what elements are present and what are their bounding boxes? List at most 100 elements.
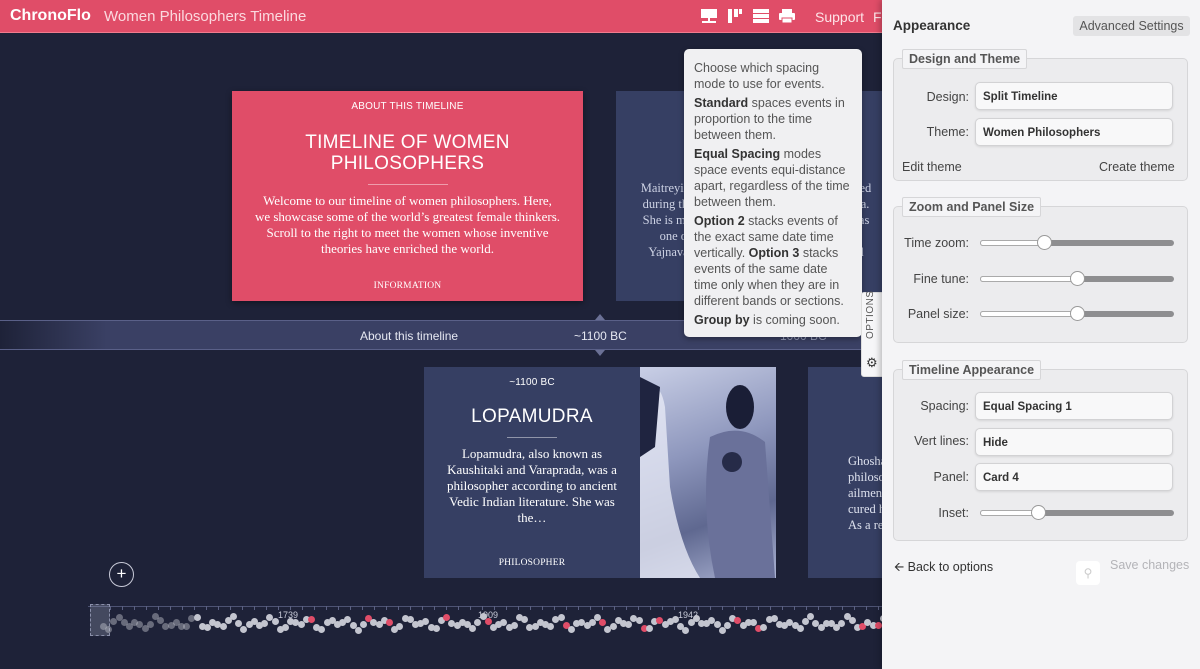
card-footer: INFORMATION: [373, 281, 442, 291]
card-body: Lopamudra, also known as Kaushitaki and …: [446, 446, 618, 525]
minimap-event-dot[interactable]: [724, 622, 731, 629]
arrow-left-icon: 🡨: [894, 560, 908, 574]
minimap-event-dot[interactable]: [682, 627, 690, 634]
add-event-button[interactable]: +: [109, 562, 134, 587]
minimap-tick: [386, 606, 387, 610]
minimap-event-dot[interactable]: [874, 622, 882, 629]
minimap-event-dot[interactable]: [230, 613, 237, 620]
minimap-tick: [602, 606, 603, 610]
minimap-tick: [662, 606, 663, 610]
minimap-event-dot[interactable]: [219, 623, 227, 630]
minimap-event-dot[interactable]: [308, 616, 315, 623]
gear-icon: ⚙: [866, 355, 878, 370]
brand-logo[interactable]: ChronoFlo: [10, 7, 91, 25]
spacing-select[interactable]: Equal Spacing 1: [975, 392, 1173, 420]
slider-handle[interactable]: [1070, 306, 1085, 321]
band-up-arrow-icon: [595, 314, 605, 320]
lopamudra-card[interactable]: ~1100 BC LOPAMUDRA Lopamudra, also known…: [424, 367, 776, 578]
card-title: LOPAMUDRA: [471, 406, 593, 427]
minimap-event-dot[interactable]: [796, 625, 804, 632]
vert-lines-select[interactable]: Hide: [975, 428, 1173, 456]
time-zoom-slider[interactable]: [980, 235, 1174, 250]
minimap-event-dot[interactable]: [848, 617, 856, 624]
minimap-event-dot[interactable]: [760, 624, 768, 631]
fine-tune-slider[interactable]: [980, 271, 1174, 286]
minimap-event-dot[interactable]: [635, 617, 643, 624]
minimap-tick: [326, 606, 327, 610]
slider-handle[interactable]: [1037, 235, 1053, 250]
minimap-event-dot[interactable]: [474, 619, 482, 626]
list-view-icon[interactable]: [752, 8, 770, 24]
minimap-event-dot[interactable]: [282, 624, 289, 631]
minimap-event-dot[interactable]: [557, 614, 565, 621]
print-icon[interactable]: [778, 8, 796, 24]
minimap-event-dot[interactable]: [396, 623, 404, 630]
minimap-event-dot[interactable]: [318, 626, 326, 633]
minimap-tick: [542, 606, 543, 610]
minimap-event-dot[interactable]: [354, 627, 362, 634]
minimap-event-dot[interactable]: [609, 623, 617, 630]
minimap-event-dot[interactable]: [183, 623, 191, 630]
minimap-event-dot[interactable]: [838, 620, 846, 627]
minimap-event-dot[interactable]: [568, 626, 575, 633]
minimap-tick: [470, 606, 471, 610]
fine-tune-label: Fine tune:: [913, 272, 969, 286]
minimap-event-dot[interactable]: [599, 619, 607, 626]
minimap-tick: [770, 606, 771, 610]
tooltip-standard-term: Standard: [694, 96, 749, 110]
create-theme-link[interactable]: Create theme: [1099, 160, 1175, 174]
presentation-view-icon[interactable]: [700, 8, 718, 24]
minimap-tick: [302, 606, 303, 610]
minimap-event-dot[interactable]: [360, 621, 367, 628]
minimap-tick: [674, 606, 675, 610]
card-divider: [367, 184, 448, 185]
panel-size-slider[interactable]: [980, 306, 1174, 321]
save-changes-button[interactable]: Save changes: [1110, 558, 1189, 572]
support-link[interactable]: Support: [815, 9, 864, 25]
design-select[interactable]: Split Timeline: [975, 82, 1173, 110]
minimap-event-dot[interactable]: [386, 619, 393, 626]
minimap-event-dot[interactable]: [193, 614, 201, 621]
minimap-event-dot[interactable]: [625, 621, 633, 628]
edit-theme-link[interactable]: Edit theme: [902, 160, 962, 174]
band-down-arrow-icon: [595, 350, 605, 356]
slider-handle[interactable]: [1070, 271, 1085, 286]
slider-handle[interactable]: [1031, 505, 1047, 520]
minimap-tick: [170, 606, 171, 610]
tooltip-intro: Choose which spacing mode to use for eve…: [694, 61, 825, 91]
theme-select[interactable]: Women Philosophers: [975, 118, 1173, 146]
inset-slider[interactable]: [980, 505, 1174, 520]
minimap-tick: [482, 606, 483, 610]
minimap-tick: [350, 606, 351, 610]
minimap-tick: [746, 606, 747, 610]
about-card[interactable]: ABOUT THIS TIMELINE TIMELINE OF WOMEN PH…: [232, 91, 583, 301]
minimap-event-dot[interactable]: [510, 622, 518, 629]
minimap-event-dot[interactable]: [146, 621, 154, 628]
minimap-event-dot[interactable]: [271, 618, 279, 625]
band-label-1100bc[interactable]: ~1100 BC: [574, 329, 627, 343]
split-view-icon[interactable]: [726, 8, 744, 24]
minimap-event-dot[interactable]: [672, 616, 679, 623]
minimap-tick: [290, 606, 291, 610]
minimap-tick: [206, 606, 207, 610]
tooltip-equal-term: Equal Spacing: [694, 147, 781, 161]
minimap-event-dot[interactable]: [105, 626, 113, 633]
panel-style-select[interactable]: Card 4: [975, 463, 1173, 491]
minimap-tick: [434, 606, 435, 610]
toolbar-link[interactable]: F: [873, 9, 882, 25]
minimap-tick: [794, 606, 795, 610]
band-label-about[interactable]: About this timeline: [360, 329, 458, 343]
advanced-settings-button[interactable]: Advanced Settings: [1073, 16, 1190, 36]
minimap-event-dot[interactable]: [261, 620, 269, 627]
vert-lines-label: Vert lines:: [914, 434, 969, 448]
back-to-options-button[interactable]: 🡨 Back to options: [894, 558, 993, 579]
minimap-tick: [842, 606, 843, 610]
minimap-event-dot[interactable]: [547, 623, 555, 630]
timeline-minimap[interactable]: 1739 1909 1942: [88, 600, 887, 645]
minimap-event-dot[interactable]: [432, 625, 440, 632]
minimap-event-dot[interactable]: [807, 613, 815, 620]
minimap-event-dot[interactable]: [469, 625, 477, 632]
options-tab[interactable]: OPTIONS ⚙: [861, 290, 883, 377]
minimap-event-dot[interactable]: [521, 616, 529, 623]
minimap-event-dot[interactable]: [646, 625, 653, 632]
